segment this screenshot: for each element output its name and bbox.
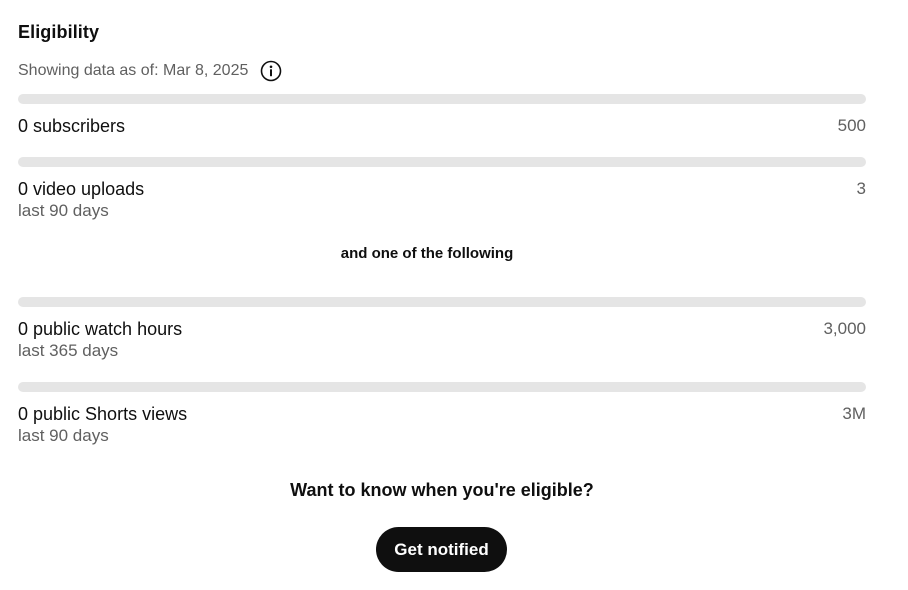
progress-bar	[18, 94, 866, 104]
metric-label: 0 subscribers	[18, 116, 126, 136]
metric-label: 0 video uploads	[18, 179, 145, 199]
metric-row: 0 public watch hours 3,000	[18, 318, 866, 340]
metric-row: 0 subscribers 500	[18, 115, 866, 137]
progress-bar	[18, 157, 866, 167]
notify-question: Want to know when you're eligible?	[290, 480, 594, 500]
metric-watch-hours: 0 public watch hours 3,000 last 365 days	[18, 297, 866, 362]
progress-bar	[18, 297, 866, 307]
metric-target: 500	[837, 116, 866, 135]
metric-row: 0 public Shorts views 3M	[18, 403, 866, 425]
metric-period: last 365 days	[18, 341, 119, 360]
as-of-text: Showing data as of: Mar 8, 2025	[18, 62, 249, 79]
metric-target: 3M	[842, 404, 866, 423]
metric-target: 3	[856, 179, 866, 198]
progress-bar	[18, 382, 866, 392]
eligibility-panel: Eligibility Showing data as of: Mar 8, 2…	[0, 0, 908, 590]
metric-shorts-views: 0 public Shorts views 3M last 90 days	[18, 382, 866, 447]
metric-period: last 90 days	[18, 201, 109, 220]
metric-row: 0 video uploads 3	[18, 178, 866, 200]
metric-subscribers: 0 subscribers 500	[18, 94, 866, 137]
info-icon[interactable]	[260, 60, 282, 82]
separator-text: and one of the following	[340, 245, 514, 262]
metric-label: 0 public Shorts views	[18, 404, 188, 424]
metric-period: last 90 days	[18, 426, 109, 445]
metric-label: 0 public watch hours	[18, 319, 183, 339]
metric-video-uploads: 0 video uploads 3 last 90 days	[18, 157, 866, 222]
metric-target: 3,000	[823, 319, 866, 338]
data-as-of: Showing data as of: Mar 8, 2025	[18, 60, 282, 82]
get-notified-button[interactable]: Get notified	[376, 527, 507, 572]
section-title: Eligibility	[18, 22, 100, 42]
